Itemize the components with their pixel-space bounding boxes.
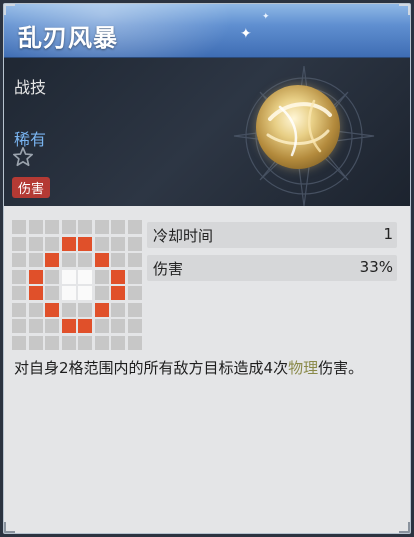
grid-cell [45, 236, 59, 251]
grid-cell-target [78, 319, 92, 333]
attack-range-grid [12, 220, 144, 352]
grid-cell [45, 319, 59, 333]
skill-card: 乱刃风暴 ✦ ✦ 战技 稀有 伤害 冷却时间 1 伤害 33% 对自身2格范围内… [3, 3, 411, 534]
description-text: 伤害。 [318, 359, 364, 377]
grid-cell [28, 220, 43, 234]
grid-cell-target [28, 286, 43, 300]
grid-cell [111, 335, 125, 350]
grid-cell [28, 319, 43, 333]
grid-cell [12, 253, 26, 267]
stat-label: 伤害 [153, 260, 184, 278]
grid-cell [78, 220, 92, 234]
grid-cell-target [45, 302, 59, 317]
blade-swirl-icon [266, 99, 332, 157]
grid-cell [94, 269, 109, 284]
grid-cell [111, 302, 125, 317]
grid-cell-target [111, 269, 125, 284]
grid-cell [127, 253, 142, 267]
grid-cell [61, 253, 76, 267]
grid-cell-target [94, 302, 109, 317]
grid-cell [127, 236, 142, 251]
grid-cell [127, 220, 142, 234]
grid-cell-target [45, 253, 59, 267]
grid-cell [94, 220, 109, 234]
grid-cell [78, 335, 92, 350]
grid-cell [12, 302, 26, 317]
grid-cell-target [28, 269, 43, 284]
grid-cell [12, 286, 26, 300]
grid-cell [127, 269, 142, 284]
damage-tag: 伤害 [12, 177, 51, 198]
skill-info-panel: 战技 稀有 伤害 [4, 58, 410, 206]
grid-cell [45, 286, 59, 300]
stat-value: 33% [359, 258, 393, 276]
grid-cell [78, 253, 92, 267]
sparkle-icon: ✦ [262, 12, 270, 22]
grid-cell [127, 286, 142, 300]
grid-cell [127, 302, 142, 317]
grid-cell [78, 302, 92, 317]
grid-cell [45, 335, 59, 350]
grid-cell [61, 335, 76, 350]
skill-description: 对自身2格范围内的所有敌方目标造成4次物理伤害。 [14, 356, 400, 380]
grid-cell [111, 220, 125, 234]
grid-cell [28, 302, 43, 317]
card-header: 乱刃风暴 ✦ ✦ [4, 4, 410, 58]
grid-cell [12, 236, 26, 251]
grid-cell [12, 335, 26, 350]
star-outline-icon [13, 147, 33, 167]
grid-cell [12, 269, 26, 284]
grid-cell [28, 253, 43, 267]
grid-cell [12, 319, 26, 333]
grid-cell [45, 220, 59, 234]
grid-cell [94, 236, 109, 251]
grid-cell [45, 269, 59, 284]
grid-cell-target [61, 236, 76, 251]
corner-ornament-icon [399, 522, 410, 533]
grid-cell [111, 319, 125, 333]
stat-row-damage: 伤害 33% [147, 255, 397, 281]
grid-cell [61, 302, 76, 317]
grid-cell [61, 220, 76, 234]
grid-cell [28, 236, 43, 251]
grid-cell [12, 220, 26, 234]
grid-cell-self [78, 269, 92, 284]
grid-cell-self [78, 286, 92, 300]
grid-cell-self [61, 286, 76, 300]
stat-row-cooldown: 冷却时间 1 [147, 222, 397, 248]
skill-title: 乱刃风暴 [18, 24, 118, 52]
description-text: 对自身2格范围内的所有敌方目标造成4次 [14, 359, 289, 377]
grid-cell-target [111, 286, 125, 300]
grid-cell [127, 335, 142, 350]
grid-cell [111, 236, 125, 251]
grid-cell-target [78, 236, 92, 251]
grid-cell [127, 319, 142, 333]
sparkle-icon: ✦ [240, 26, 252, 42]
grid-cell [94, 335, 109, 350]
corner-ornament-icon [4, 4, 15, 15]
grid-cell [94, 319, 109, 333]
grid-cell-target [61, 319, 76, 333]
grid-cell-target [94, 253, 109, 267]
corner-ornament-icon [4, 522, 15, 533]
stat-label: 冷却时间 [153, 227, 214, 245]
corner-ornament-icon [399, 4, 410, 15]
grid-cell [111, 253, 125, 267]
grid-cell-self [61, 269, 76, 284]
stat-value: 1 [383, 225, 393, 243]
description-keyword: 物理 [288, 359, 319, 377]
grid-cell [28, 335, 43, 350]
grid-cell [94, 286, 109, 300]
skill-category: 战技 [14, 78, 47, 97]
